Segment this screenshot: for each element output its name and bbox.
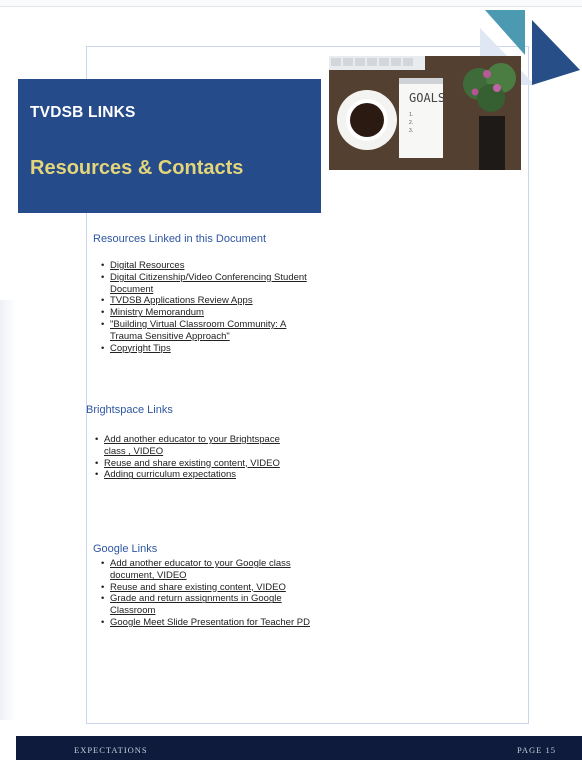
desk-goals-photo: GOALS 1. 2. 3. — [329, 56, 521, 170]
resources-link[interactable]: "Building Virtual Classroom Community: A… — [101, 319, 315, 343]
plant-pot — [479, 116, 505, 170]
notepad-goals-text: GOALS — [409, 91, 445, 105]
resources-link[interactable]: Ministry Memorandum — [101, 307, 315, 319]
brightspace-section-title: Brightspace Links — [86, 404, 173, 416]
page-footer: EXPECTATIONS PAGE 15 — [16, 736, 582, 760]
top-rule — [0, 0, 582, 7]
banner-title: TVDSB LINKS — [30, 104, 136, 121]
notepad-marker-1: 1. — [409, 112, 413, 118]
brightspace-link[interactable]: Add another educator to your Brightspace… — [95, 434, 299, 458]
google-list: Add another educator to your Google clas… — [96, 558, 310, 629]
google-link[interactable]: Reuse and share existing content, VIDEO — [101, 582, 310, 594]
notepad-marker-3: 3. — [409, 128, 413, 134]
notepad-marker-2: 2. — [409, 120, 413, 126]
resources-link[interactable]: TVDSB Applications Review Apps — [101, 295, 315, 307]
footer-page-number: PAGE 15 — [516, 745, 556, 755]
resources-link[interactable]: Copyright Tips — [101, 343, 315, 355]
resources-section-title: Resources Linked in this Document — [93, 233, 267, 245]
banner-subtitle: Resources & Contacts — [30, 157, 244, 179]
resources-link[interactable]: Digital Resources — [101, 260, 315, 272]
google-link[interactable]: Google Meet Slide Presentation for Teach… — [101, 617, 310, 629]
title-banner: TVDSB LINKS Resources & Contacts — [18, 79, 321, 213]
google-link[interactable]: Grade and return assignments in Google C… — [101, 593, 310, 617]
resources-list: Digital Resources Digital Citizenship/Vi… — [96, 260, 315, 354]
left-shade — [0, 300, 16, 720]
google-link[interactable]: Add another educator to your Google clas… — [101, 558, 310, 582]
footer-section-label: EXPECTATIONS — [74, 745, 148, 755]
deco-navy-triangle — [532, 20, 580, 85]
photo-illustration: GOALS 1. 2. 3. — [329, 56, 521, 170]
resources-link[interactable]: Digital Citizenship/Video Conferencing S… — [101, 272, 315, 296]
coffee — [350, 103, 384, 137]
brightspace-link[interactable]: Reuse and share existing content, VIDEO — [95, 458, 299, 470]
brightspace-link[interactable]: Adding curriculum expectations — [95, 469, 299, 481]
brightspace-list: Add another educator to your Brightspace… — [90, 434, 299, 481]
google-section-title: Google Links — [93, 543, 158, 555]
